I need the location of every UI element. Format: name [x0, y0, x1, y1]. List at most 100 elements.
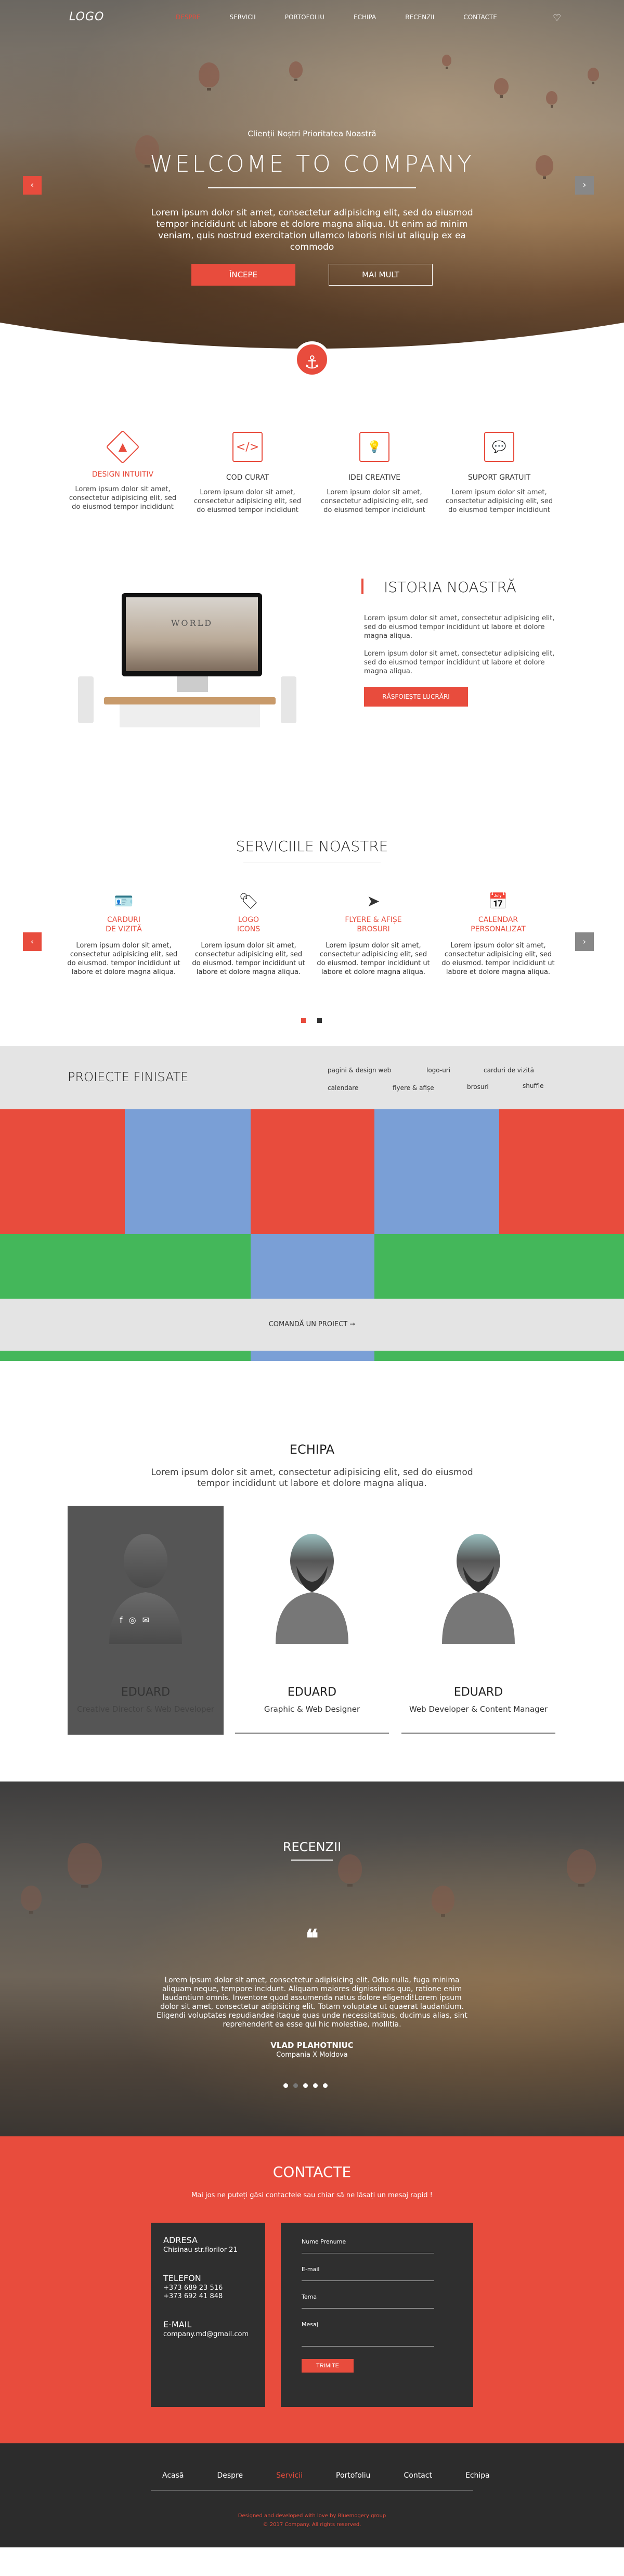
carousel-dot[interactable] — [317, 1018, 322, 1023]
monitor-image: WORLD — [122, 593, 262, 676]
nav-item-echipa[interactable]: ECHIPA — [339, 14, 391, 21]
history-title: ISTORIA NOASTRĂ — [384, 579, 516, 596]
team-member-card[interactable]: EDUARD Web Developer & Content Manager — [400, 1506, 556, 1735]
avatar — [276, 1534, 348, 1644]
carousel-dot[interactable] — [323, 2083, 328, 2088]
filter-web[interactable]: pagini & design web — [328, 1067, 391, 1074]
nav-item-servicii[interactable]: SERVICII — [215, 14, 270, 21]
service-title: FLYERE & AFIȘE BROSURI — [345, 916, 402, 933]
reviewer-name: VLAD PLAHOTNIUC — [270, 2041, 354, 2050]
filter-logos[interactable]: logo-uri — [426, 1067, 450, 1074]
phone-value[interactable]: +373 692 41 848 — [163, 2292, 253, 2301]
nav-item-despre[interactable]: DESPRE — [161, 14, 215, 21]
hero-section: LOGO DESPRE SERVICII PORTOFOLIU ECHIPA R… — [0, 0, 624, 364]
footer-link-portfolio[interactable]: Portofoliu — [319, 2471, 387, 2480]
nav-item-portofoliu[interactable]: PORTOFOLIU — [270, 14, 339, 21]
desk-image: WORLD — [78, 572, 296, 749]
top-navigation: LOGO DESPRE SERVICII PORTOFOLIU ECHIPA R… — [0, 0, 624, 36]
hero-title: WELCOME TO COMPANY — [150, 151, 474, 177]
feature-title: IDEI CREATIVE — [348, 473, 401, 482]
footer-link-about[interactable]: Despre — [200, 2471, 259, 2480]
footer-links: Acasă Despre Servicii Portofoliu Contact… — [146, 2471, 506, 2480]
review-dots — [283, 2083, 328, 2088]
member-name: EDUARD — [453, 1686, 503, 1699]
carousel-dot[interactable] — [313, 2083, 318, 2088]
name-label: Nume Prenume — [302, 2238, 346, 2245]
message-label: Mesaj — [302, 2321, 318, 2328]
chevron-right-icon[interactable]: › — [575, 932, 594, 951]
carousel-dot[interactable] — [303, 2083, 308, 2088]
browse-works-button[interactable]: RĂSFOIEȘTE LUCRĂRI — [364, 687, 468, 707]
send-button[interactable]: TRIMITE — [302, 2359, 354, 2373]
more-button[interactable]: MAI MULT — [329, 264, 433, 286]
speaker-image — [281, 676, 296, 723]
reviews-divider — [291, 1860, 333, 1861]
filter-shuffle[interactable]: shuffle — [523, 1082, 543, 1090]
filter-brochures[interactable]: brosuri — [467, 1083, 489, 1091]
balloon-image — [432, 1886, 454, 1917]
member-underline — [401, 1733, 555, 1734]
chevron-left-icon[interactable]: ‹ — [23, 176, 42, 195]
service-item: ➤ FLYERE & AFIȘE BROSURI Lorem ipsum dol… — [316, 892, 431, 977]
balloon-image — [442, 55, 451, 69]
order-project-button[interactable]: COMANDĂ UN PROIECT ➞ — [0, 1299, 624, 1351]
footer: Acasă Despre Servicii Portofoliu Contact… — [0, 2443, 624, 2547]
team-section: ECHIPA Lorem ipsum dolor sit amet, conse… — [0, 1417, 624, 1782]
address-value: Chisinau str.florilor 21 — [163, 2246, 238, 2254]
filter-flyers[interactable]: flyere & afișe — [393, 1084, 434, 1092]
subject-field[interactable] — [302, 2300, 434, 2309]
email-field[interactable] — [302, 2273, 434, 2281]
mail-icon[interactable]: ✉ — [142, 1615, 149, 1625]
heart-icon[interactable]: ♡ — [553, 12, 561, 23]
member-role: Web Developer & Content Manager — [409, 1704, 548, 1714]
filter-cards[interactable]: carduri de vizită — [484, 1067, 534, 1074]
desk-top — [104, 697, 276, 704]
email-field-label: E-mail — [302, 2266, 320, 2273]
member-role: Creative Director & Web Developer — [77, 1704, 214, 1714]
project-tile[interactable] — [374, 1109, 499, 1234]
team-member-card[interactable]: f ◎ ✉ EDUARD Creative Director & Web Dev… — [68, 1506, 224, 1735]
email-value[interactable]: company.md@gmail.com — [163, 2330, 253, 2339]
footer-link-team[interactable]: Echipa — [449, 2471, 506, 2480]
service-title: CARDURI DE VIZITĂ — [106, 916, 142, 933]
carousel-dot[interactable] — [283, 2083, 288, 2088]
project-tile[interactable] — [251, 1109, 374, 1234]
project-tile[interactable] — [0, 1109, 125, 1234]
name-field[interactable] — [302, 2245, 434, 2253]
carousel-dot[interactable] — [293, 2083, 298, 2088]
chevron-right-icon[interactable]: › — [575, 176, 594, 195]
chevron-left-icon[interactable]: ‹ — [23, 932, 42, 951]
anchor-icon[interactable]: ⚓ — [294, 341, 330, 378]
footer-link-home[interactable]: Acasă — [146, 2471, 200, 2480]
footer-link-services[interactable]: Servicii — [259, 2471, 319, 2480]
nav-item-contacte[interactable]: CONTACTE — [449, 14, 512, 21]
logo[interactable]: LOGO — [69, 10, 104, 23]
filter-calendars[interactable]: calendare — [328, 1084, 358, 1092]
feature-text: Lorem ipsum dolor sit amet, consectetur … — [320, 489, 428, 514]
phone-value[interactable]: +373 689 23 516 — [163, 2284, 253, 2292]
balloon-image — [199, 62, 219, 91]
feature-text: Lorem ipsum dolor sit amet, consectetur … — [69, 485, 177, 511]
service-text: Lorem ipsum dolor sit amet, consectetur … — [441, 942, 555, 976]
balloon-image — [21, 1886, 42, 1914]
nav-item-recenzii[interactable]: RECENZII — [391, 14, 449, 21]
project-tile[interactable] — [125, 1109, 251, 1234]
footer-link-contact[interactable]: Contact — [387, 2471, 449, 2480]
instagram-icon[interactable]: ◎ — [129, 1615, 136, 1625]
facebook-icon[interactable]: f — [120, 1615, 123, 1625]
reviewer-company: Compania X Moldova — [276, 2051, 348, 2059]
service-item: 🏷 LOGO ICONS Lorem ipsum dolor sit amet,… — [191, 892, 306, 977]
service-text: Lorem ipsum dolor sit amet, consectetur … — [317, 942, 430, 976]
balloon-image — [494, 78, 509, 98]
message-field[interactable] — [302, 2328, 434, 2347]
history-paragraph: Lorem ipsum dolor sit amet, consectetur … — [364, 614, 555, 640]
contact-section: CONTACTE Mai jos ne puteți găsi contacte… — [0, 2136, 624, 2443]
team-member-card[interactable]: EDUARD Graphic & Web Designer — [234, 1506, 390, 1735]
start-button[interactable]: ÎNCEPE — [191, 264, 295, 286]
project-tile[interactable] — [499, 1109, 624, 1234]
carousel-dots — [301, 1018, 322, 1023]
carousel-dot[interactable] — [301, 1018, 306, 1023]
badge-icon: 🏷 — [238, 892, 259, 911]
phone-label: TELEFON — [163, 2273, 201, 2283]
contact-form: Nume Prenume E-mail Tema Mesaj TRIMITE — [281, 2223, 473, 2407]
